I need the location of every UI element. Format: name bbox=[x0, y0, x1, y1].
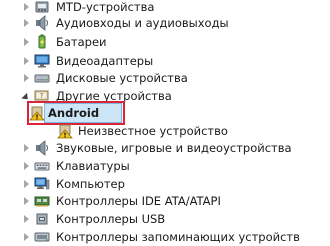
tree-item-label: Звуковые, игровые и видеоустройства bbox=[56, 141, 292, 155]
unknown-device-warning-icon bbox=[57, 124, 73, 139]
computer-icon bbox=[34, 177, 50, 190]
tree-item-storage-controllers[interactable]: Контроллеры запоминающих устройств bbox=[0, 227, 330, 246]
expand-arrow-icon[interactable] bbox=[20, 156, 32, 176]
battery-icon bbox=[38, 34, 46, 49]
keyboard-icon bbox=[34, 162, 50, 171]
audio-io-icon bbox=[36, 15, 48, 31]
tree-item-label: Батареи bbox=[56, 35, 107, 49]
expand-arrow-icon[interactable] bbox=[20, 209, 32, 229]
expand-arrow-icon[interactable] bbox=[20, 138, 32, 158]
disk-drive-icon bbox=[34, 74, 50, 83]
expand-arrow-icon[interactable] bbox=[20, 32, 32, 52]
tree-item-label: Контроллеры USB bbox=[56, 212, 166, 226]
svg-text:?: ? bbox=[40, 92, 44, 100]
tree-item-audio-io[interactable]: Аудиовходы и аудиовыходы bbox=[0, 13, 330, 33]
expand-arrow-icon[interactable] bbox=[20, 227, 32, 246]
tree-item-sound-video-game[interactable]: Звуковые, игровые и видеоустройства bbox=[0, 138, 330, 158]
tree-item-android[interactable]: Android bbox=[0, 103, 330, 123]
tree-item-keyboards[interactable]: Клавиатуры bbox=[0, 156, 330, 176]
tree-item-label: Дисковые устройства bbox=[56, 71, 188, 85]
tree-item-label: Контроллеры IDE ATA/ATAPI bbox=[56, 194, 221, 208]
ide-controller-icon bbox=[34, 196, 50, 207]
tree-item-batteries[interactable]: Батареи bbox=[0, 32, 330, 52]
tree-item-label: Контроллеры запоминающих устройств bbox=[56, 230, 300, 244]
expand-arrow-icon[interactable] bbox=[20, 68, 32, 88]
display-adapter-icon bbox=[34, 54, 50, 68]
unknown-device-warning-icon bbox=[29, 106, 45, 121]
tree-item-label: Клавиатуры bbox=[56, 159, 130, 173]
tree-item-label: Android bbox=[48, 106, 100, 120]
tree-item-label: Аудиовходы и аудиовыходы bbox=[56, 16, 229, 30]
device-manager-tree: MTD-устройства Аудиовходы и аудиовыходы … bbox=[0, 0, 330, 246]
sound-video-game-icon bbox=[36, 140, 48, 156]
storage-controller-icon bbox=[34, 232, 50, 242]
tree-item-disk-drives[interactable]: Дисковые устройства bbox=[0, 68, 330, 88]
usb-controller-icon bbox=[36, 213, 48, 225]
tree-item-usb-controllers[interactable]: Контроллеры USB bbox=[0, 209, 330, 229]
expand-arrow-icon[interactable] bbox=[20, 191, 32, 211]
tree-item-ide-controllers[interactable]: Контроллеры IDE ATA/ATAPI bbox=[0, 191, 330, 211]
expand-arrow-icon[interactable] bbox=[20, 13, 32, 33]
